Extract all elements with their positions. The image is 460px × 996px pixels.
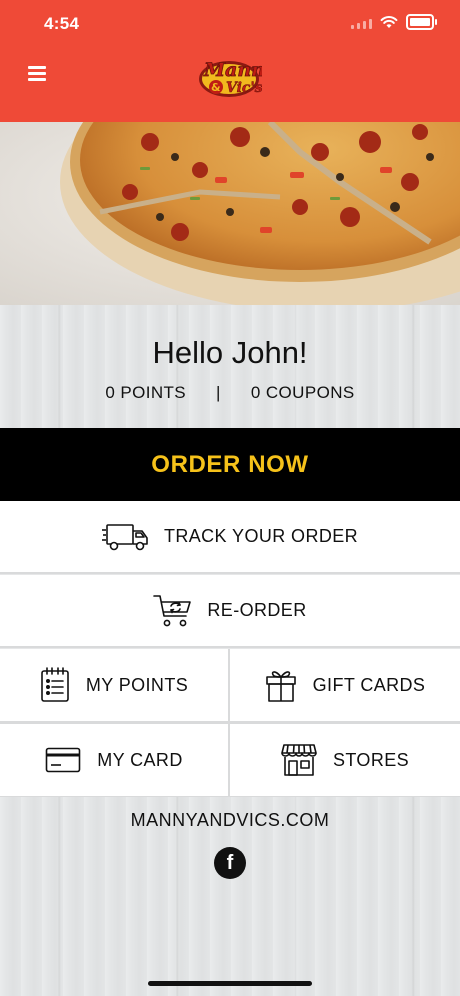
my-card-button[interactable]: MY CARD — [0, 724, 228, 796]
status-time: 4:54 — [44, 14, 80, 33]
manny-and-vics-logo: Manny & Vic's — [199, 59, 262, 97]
reorder-label: RE-ORDER — [207, 600, 307, 620]
my-points-label: MY POINTS — [85, 674, 189, 695]
cellular-signal-icon — [351, 15, 372, 29]
notepad-list-icon — [41, 667, 69, 702]
delivery-truck-icon — [101, 523, 148, 550]
pizza-hero-image — [0, 122, 460, 305]
home-indicator[interactable] — [148, 981, 312, 986]
credit-card-icon — [45, 747, 81, 773]
svg-text:Manny: Manny — [203, 59, 262, 81]
rewards-summary: 0 POINTS | 0 COUPONS — [0, 383, 460, 403]
order-now-button[interactable]: ORDER NOW — [0, 428, 460, 501]
my-card-label: MY CARD — [97, 749, 183, 770]
order-now-label: ORDER NOW — [151, 450, 309, 478]
points-count: 0 POINTS — [105, 383, 187, 402]
gift-cards-button[interactable]: GIFT CARDS — [230, 649, 460, 721]
track-order-button[interactable]: TRACK YOUR ORDER — [0, 501, 460, 574]
cart-reorder-icon — [153, 594, 192, 626]
svg-text:&: & — [211, 81, 221, 94]
greeting-text: Hello John! — [152, 335, 308, 370]
stores-label: STORES — [332, 749, 410, 770]
battery-icon — [406, 14, 437, 30]
hamburger-menu-button[interactable] — [28, 66, 46, 81]
gift-cards-label: GIFT CARDS — [312, 674, 426, 695]
stores-button[interactable]: STORES — [230, 724, 460, 796]
website-link[interactable]: MANNYANDVICS.COM — [0, 810, 460, 831]
storefront-icon — [281, 744, 317, 776]
stats-separator: | — [216, 383, 221, 402]
app-header: 4:54 Manny & Vic's — [0, 0, 460, 122]
reorder-button[interactable]: RE-ORDER — [0, 575, 460, 648]
coupons-count: 0 COUPONS — [250, 383, 355, 402]
facebook-icon[interactable]: f — [214, 847, 246, 879]
grid-divider-horizontal — [0, 721, 460, 724]
gift-box-icon — [265, 671, 296, 702]
track-order-label: TRACK YOUR ORDER — [163, 526, 359, 546]
status-icons — [351, 14, 437, 30]
wifi-icon — [380, 16, 398, 28]
footer-panel: MANNYANDVICS.COM — [0, 797, 460, 996]
my-points-button[interactable]: MY POINTS — [0, 649, 228, 721]
greeting-panel: Hello John! 0 POINTS | 0 COUPONS — [0, 305, 460, 428]
svg-text:Vic's: Vic's — [226, 80, 262, 96]
